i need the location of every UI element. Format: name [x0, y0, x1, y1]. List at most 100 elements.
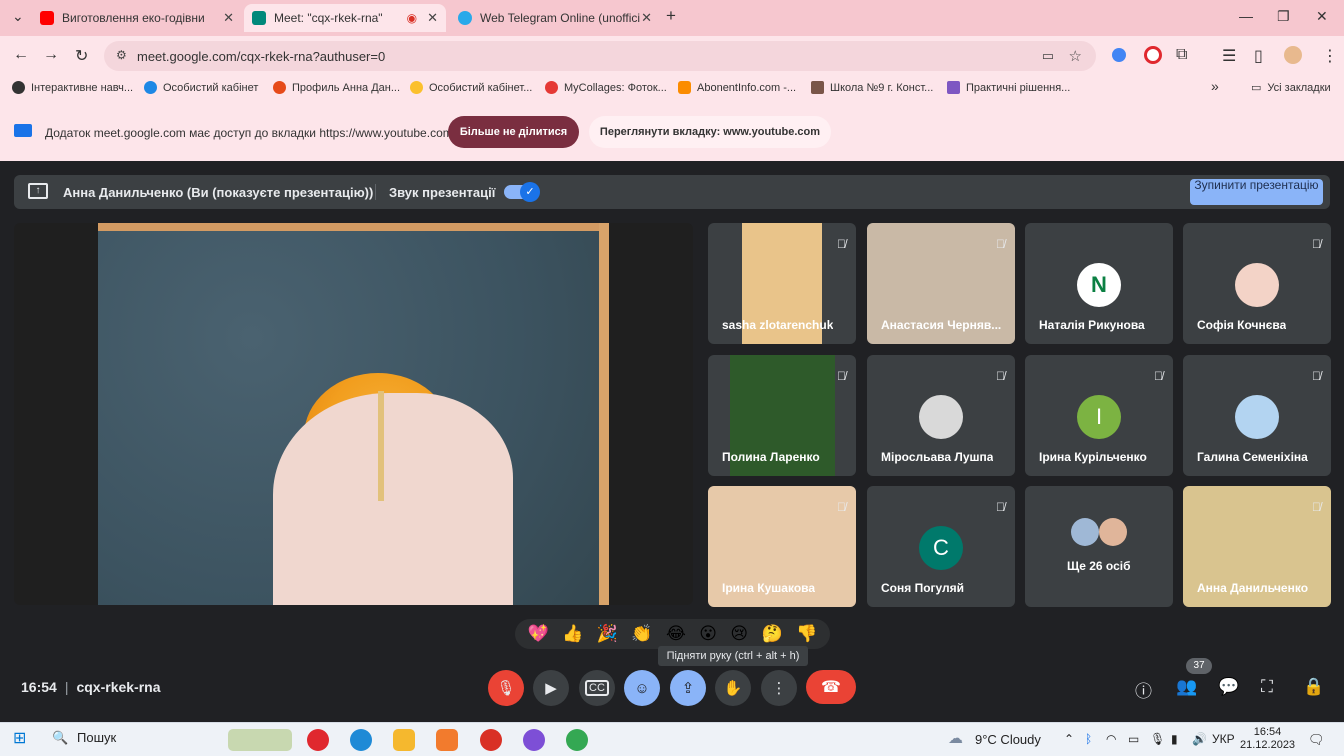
- more-participants-tile[interactable]: Ще 26 осіб: [1025, 486, 1173, 607]
- close-icon[interactable]: ✕: [641, 10, 652, 26]
- viber-icon[interactable]: [523, 729, 545, 751]
- raise-hand-button[interactable]: ✋: [715, 670, 751, 706]
- participant-tile[interactable]: 🎙̸ Полина Ларенко: [708, 355, 856, 476]
- more-options-button[interactable]: ⋮: [761, 670, 797, 706]
- chrome-icon[interactable]: [480, 729, 502, 751]
- close-icon[interactable]: ✕: [223, 10, 234, 26]
- mic-off-icon: 🎙̸: [1312, 369, 1321, 383]
- weather-text[interactable]: 9°C Cloudy: [975, 732, 1041, 747]
- camera-toggle-button[interactable]: ▶: [533, 670, 569, 706]
- reaction-thumbs-up[interactable]: 👍: [562, 624, 583, 644]
- windows-start-icon[interactable]: ⊞: [13, 728, 26, 748]
- reaction-sad[interactable]: 😢: [730, 624, 748, 644]
- bookmarks-more-button[interactable]: »: [1211, 78, 1219, 94]
- all-bookmarks-button[interactable]: ▭ Усі закладки: [1251, 81, 1331, 95]
- extension-icon[interactable]: [1112, 48, 1126, 62]
- participant-tile[interactable]: 🎙̸ Ірина Кушакова: [708, 486, 856, 607]
- close-icon[interactable]: ✕: [427, 10, 438, 26]
- maximize-icon[interactable]: ❐: [1277, 8, 1290, 25]
- stop-presenting-button[interactable]: Зупинити презентацію: [1190, 179, 1323, 205]
- clock[interactable]: 16:54 21.12.2023: [1240, 726, 1295, 752]
- stop-sharing-button[interactable]: Більше не ділитися: [448, 116, 579, 148]
- camera-icon[interactable]: ▭: [1042, 48, 1054, 64]
- reaction-thumbs-down[interactable]: 👎: [796, 624, 817, 644]
- emoji-button[interactable]: ☺: [624, 670, 660, 706]
- reaction-thinking[interactable]: 🤔: [761, 624, 782, 644]
- leave-call-button[interactable]: ☎: [806, 670, 856, 704]
- participant-tile[interactable]: 🎙̸ Анна Данильченко: [1183, 486, 1331, 607]
- bookmark-item[interactable]: AbonentInfo.com -...: [678, 81, 796, 94]
- file-explorer-icon[interactable]: [393, 729, 415, 751]
- participant-tile[interactable]: C 🎙̸ Соня Погуляй: [867, 486, 1015, 607]
- side-panel-icon[interactable]: ▯: [1254, 46, 1263, 66]
- presentation-audio-toggle[interactable]: ✓: [504, 182, 540, 202]
- media-icon[interactable]: ☰: [1222, 46, 1236, 66]
- view-tab-button[interactable]: Переглянути вкладку: www.youtube.com: [589, 116, 831, 148]
- reload-icon[interactable]: ↻: [75, 46, 88, 66]
- reaction-surprised[interactable]: 😮: [699, 624, 717, 644]
- participant-tile[interactable]: 🎙̸ Міросльава Лушпа: [867, 355, 1015, 476]
- participant-tile[interactable]: I 🎙̸ Ірина Курільченко: [1025, 355, 1173, 476]
- profile-avatar[interactable]: [1284, 46, 1302, 64]
- bookmark-item[interactable]: Профиль Анна Дан...: [273, 81, 400, 94]
- menu-icon[interactable]: ⋮: [1322, 46, 1338, 66]
- chevron-up-icon[interactable]: ⌃: [1064, 732, 1074, 746]
- tab-telegram[interactable]: Web Telegram Online (unoffici ✕: [450, 4, 660, 32]
- language-indicator[interactable]: УКР: [1212, 732, 1235, 746]
- address-bar[interactable]: ⚙ meet.google.com/cqx-rkek-rna?authuser=…: [104, 41, 1096, 71]
- reaction-laugh[interactable]: 😂: [666, 624, 686, 644]
- reaction-party[interactable]: 🎉: [597, 624, 618, 644]
- volume-icon[interactable]: 🔊: [1192, 732, 1207, 746]
- opera-icon[interactable]: [307, 729, 329, 751]
- window-close-icon[interactable]: ✕: [1316, 8, 1328, 25]
- participant-tile[interactable]: 🎙̸ Софія Кочнєва: [1183, 223, 1331, 344]
- meet-tray-icon[interactable]: ▭: [1128, 732, 1139, 746]
- mic-icon[interactable]: 🎙: [1150, 732, 1165, 746]
- participant-name: Соня Погуляй: [881, 581, 965, 595]
- taskbar-search[interactable]: Пошук: [77, 730, 116, 745]
- bookmark-star-icon[interactable]: ☆: [1069, 47, 1082, 65]
- bookmark-item[interactable]: Особистий кабінет...: [410, 81, 532, 94]
- battery-icon[interactable]: ▮: [1171, 732, 1178, 746]
- opera-extension-icon[interactable]: [1144, 46, 1162, 64]
- wifi-icon[interactable]: ◠: [1106, 732, 1116, 746]
- tab-youtube[interactable]: Виготовлення еко-годівни ✕: [32, 4, 242, 32]
- captions-icon: CC: [585, 680, 609, 696]
- activities-icon[interactable]: ⛶: [1261, 677, 1273, 697]
- chrome-icon[interactable]: [566, 729, 588, 751]
- forward-icon[interactable]: →: [43, 46, 59, 64]
- participant-tile[interactable]: 🎙̸ Галина Семеніхіна: [1183, 355, 1331, 476]
- check-icon: ✓: [520, 182, 540, 202]
- url-text[interactable]: meet.google.com/cqx-rkek-rna?authuser=0: [137, 49, 385, 64]
- extensions-puzzle-icon[interactable]: ⧉: [1176, 46, 1187, 64]
- edge-icon[interactable]: [350, 729, 372, 751]
- phone-hangup-icon: ☎: [821, 679, 841, 696]
- people-icon[interactable]: 👥: [1176, 677, 1197, 697]
- app-icon[interactable]: [436, 729, 458, 751]
- bookmark-item[interactable]: Школа №9 г. Конст...: [811, 81, 933, 94]
- bluetooth-icon[interactable]: ᛒ: [1085, 732, 1092, 746]
- reaction-clap[interactable]: 👏: [631, 624, 652, 644]
- participant-tile[interactable]: 🎙̸ Анастасия Черняв...: [867, 223, 1015, 344]
- notifications-icon[interactable]: 🗨: [1308, 732, 1325, 748]
- back-icon[interactable]: ←: [13, 46, 29, 64]
- minimize-icon[interactable]: —: [1239, 8, 1253, 24]
- present-button[interactable]: ⇪: [670, 670, 706, 706]
- participant-tile[interactable]: 🎙̸ sasha zlotarenchuk: [708, 223, 856, 344]
- site-info-icon[interactable]: ⚙: [116, 48, 127, 62]
- mic-toggle-button[interactable]: 🎙: [488, 670, 524, 706]
- captions-button[interactable]: CC: [579, 670, 615, 706]
- bookmark-item[interactable]: MyCollages: Фоток...: [545, 81, 667, 94]
- meeting-details-icon[interactable]: ⓘ: [1135, 677, 1152, 702]
- participant-tile[interactable]: N Наталія Рикунова: [1025, 223, 1173, 344]
- new-tab-button[interactable]: +: [666, 6, 676, 26]
- tab-meet[interactable]: Meet: "cqx-rkek-rna" ◉ ✕: [244, 4, 446, 32]
- chat-icon[interactable]: 💬: [1218, 677, 1239, 697]
- bookmark-item[interactable]: Інтерактивне навч...: [12, 81, 133, 94]
- bookmark-item[interactable]: Особистий кабінет: [144, 81, 258, 94]
- reaction-heart[interactable]: 💖: [528, 624, 549, 644]
- host-controls-icon[interactable]: 🔒: [1303, 677, 1324, 697]
- bookmark-item[interactable]: Практичні рішення...: [947, 81, 1070, 94]
- bookmark-label: Школа №9 г. Конст...: [830, 81, 934, 94]
- tab-search-icon[interactable]: ⌄: [12, 8, 24, 25]
